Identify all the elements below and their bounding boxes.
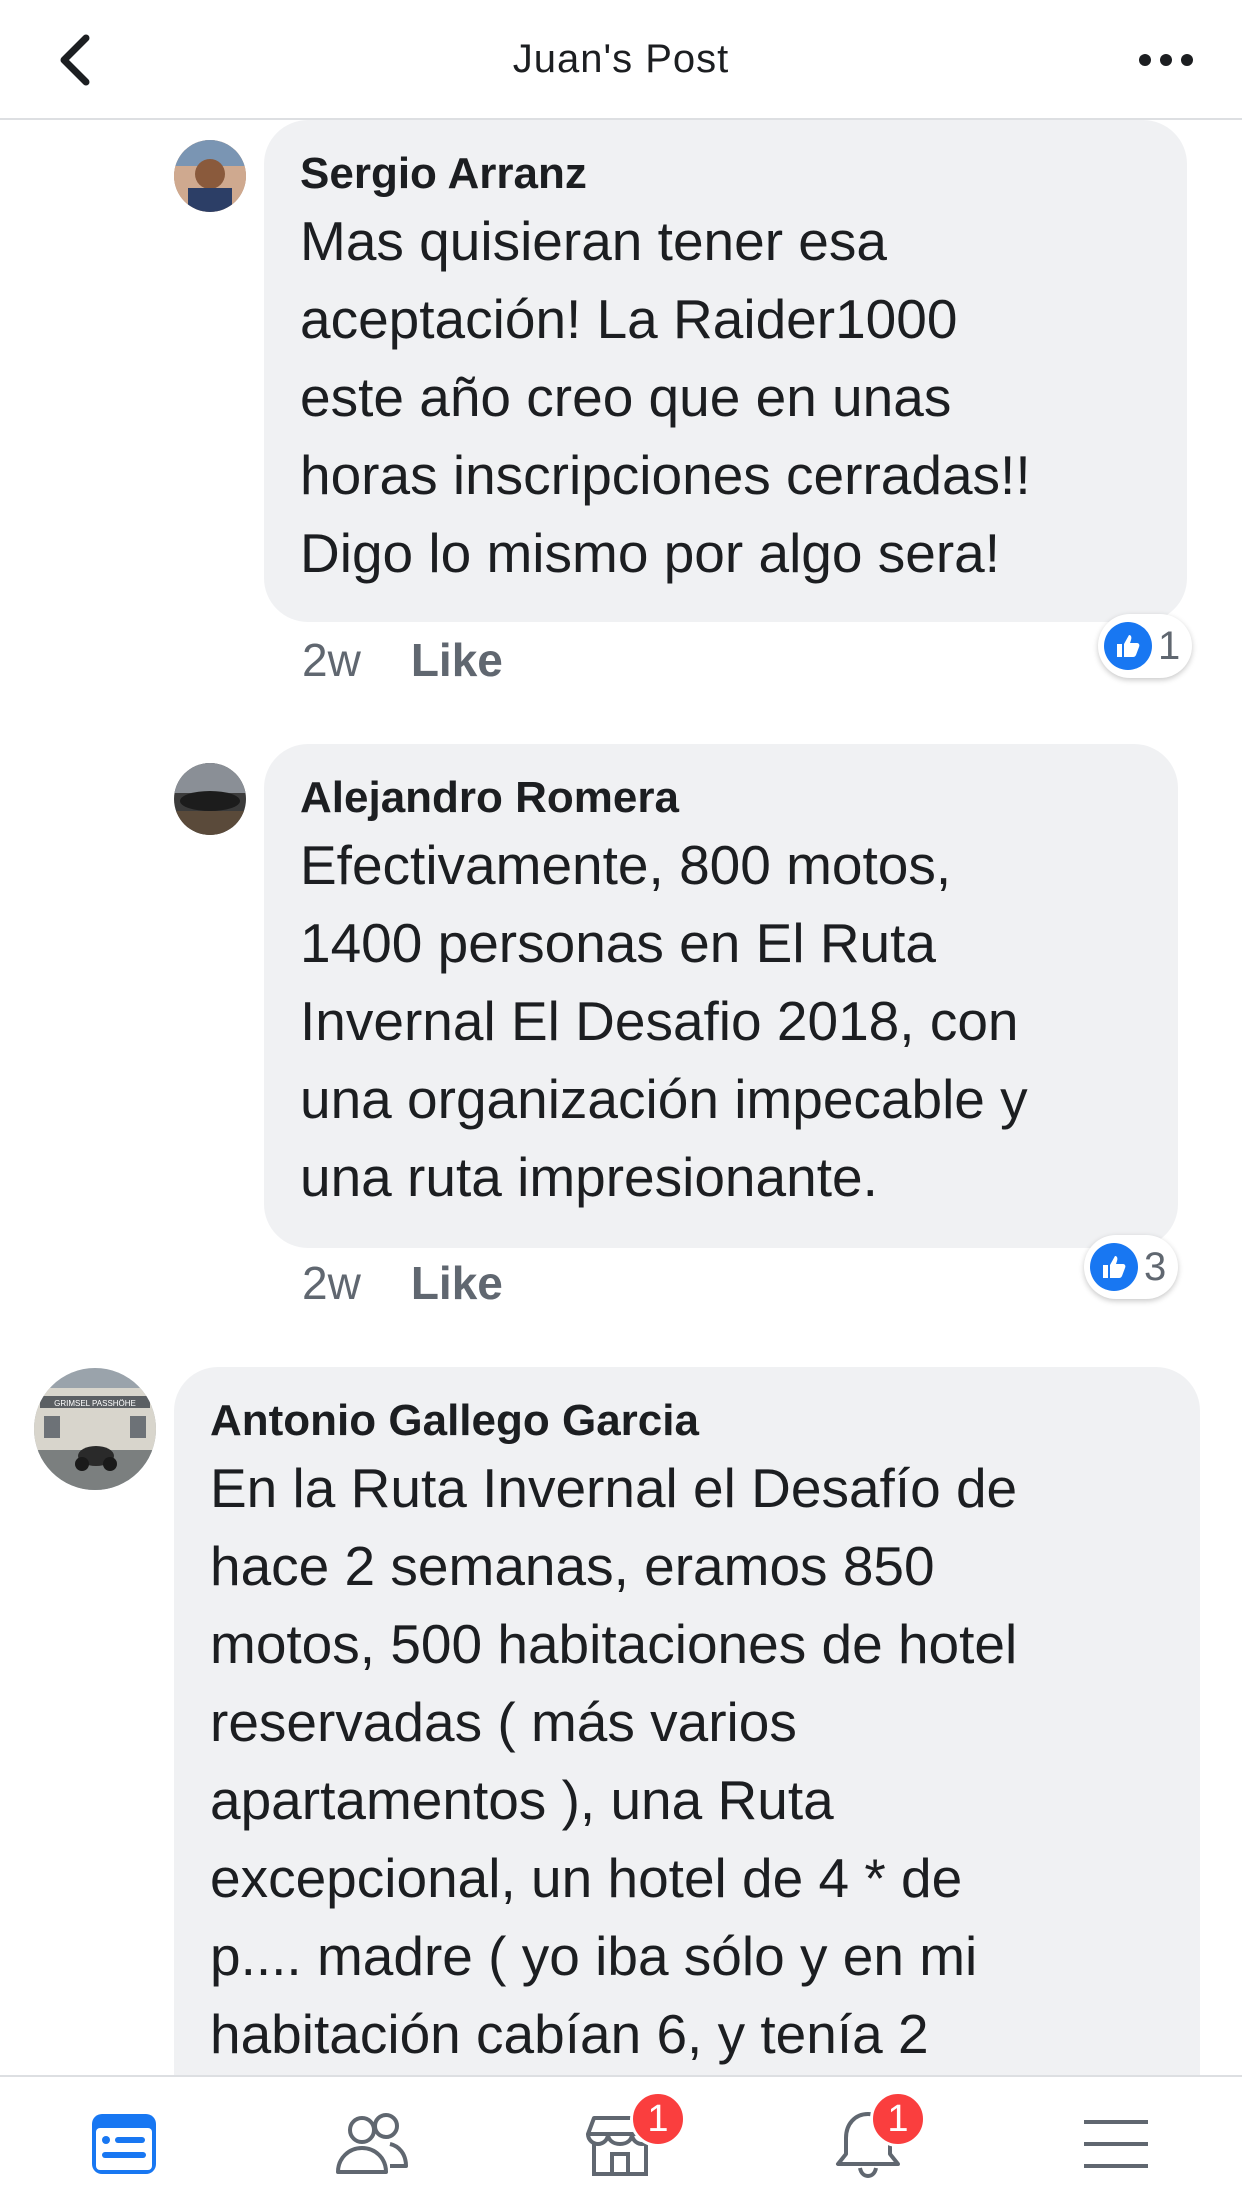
reaction-count-value: 1 bbox=[1158, 623, 1181, 668]
comment-author[interactable]: Sergio Arranz bbox=[300, 146, 1151, 202]
comment-author[interactable]: Alejandro Romera bbox=[300, 770, 1142, 826]
thumbs-up-icon bbox=[1104, 622, 1152, 670]
comment-bubble[interactable]: Antonio Gallego Garcia En la Ruta Invern… bbox=[174, 1367, 1200, 2075]
comment-time[interactable]: 2w bbox=[302, 1256, 361, 1310]
reaction-count-value: 3 bbox=[1144, 1244, 1167, 1289]
more-horizontal-icon bbox=[1139, 54, 1193, 66]
tab-notifications[interactable]: 1 bbox=[744, 2077, 992, 2210]
friends-icon bbox=[336, 2112, 408, 2174]
comment-time[interactable]: 2w bbox=[302, 633, 361, 687]
chevron-left-icon bbox=[60, 34, 90, 86]
comments-list: Sergio Arranz Mas quisieran tener esa ac… bbox=[0, 120, 1242, 2075]
notifications-badge: 1 bbox=[870, 2091, 926, 2147]
avatar[interactable]: GRIMSEL PASSHÖHE bbox=[34, 1368, 156, 1490]
comment-meta: 2w Like bbox=[302, 1256, 503, 1310]
back-button[interactable] bbox=[46, 30, 106, 90]
comment-meta: 2w Like bbox=[302, 633, 503, 687]
reaction-count[interactable]: 1 bbox=[1098, 614, 1193, 678]
avatar[interactable] bbox=[174, 763, 246, 835]
tab-friends[interactable] bbox=[248, 2077, 496, 2210]
menu-icon bbox=[1084, 2119, 1148, 2168]
thumbs-up-icon bbox=[1090, 1243, 1138, 1291]
like-button[interactable]: Like bbox=[411, 633, 503, 687]
tab-marketplace[interactable]: 1 bbox=[496, 2077, 744, 2210]
news-feed-icon bbox=[92, 2113, 156, 2174]
comment-author[interactable]: Antonio Gallego Garcia bbox=[210, 1393, 1164, 1449]
bottom-tab-bar: 1 1 bbox=[0, 2075, 1242, 2208]
avatar[interactable] bbox=[174, 140, 246, 212]
more-options-button[interactable] bbox=[1126, 30, 1206, 90]
svg-text:GRIMSEL PASSHÖHE: GRIMSEL PASSHÖHE bbox=[54, 1399, 136, 1408]
comment-bubble[interactable]: Sergio Arranz Mas quisieran tener esa ac… bbox=[264, 120, 1187, 622]
comment-text: Efectivamente, 800 motos, 1400 personas … bbox=[300, 834, 1028, 1208]
comment-text: En la Ruta Invernal el Desafío de hace 2… bbox=[210, 1457, 1018, 2065]
page-title: Juan's Post bbox=[512, 36, 730, 81]
comment-text: Mas quisieran tener esa aceptación! La R… bbox=[300, 210, 1031, 584]
tab-menu[interactable] bbox=[992, 2077, 1240, 2210]
tab-news-feed[interactable] bbox=[0, 2077, 248, 2210]
marketplace-badge: 1 bbox=[630, 2091, 686, 2147]
reaction-count[interactable]: 3 bbox=[1084, 1235, 1179, 1299]
comment-bubble[interactable]: Alejandro Romera Efectivamente, 800 moto… bbox=[264, 744, 1178, 1248]
top-nav-bar: Juan's Post bbox=[0, 0, 1242, 120]
like-button[interactable]: Like bbox=[411, 1256, 503, 1310]
